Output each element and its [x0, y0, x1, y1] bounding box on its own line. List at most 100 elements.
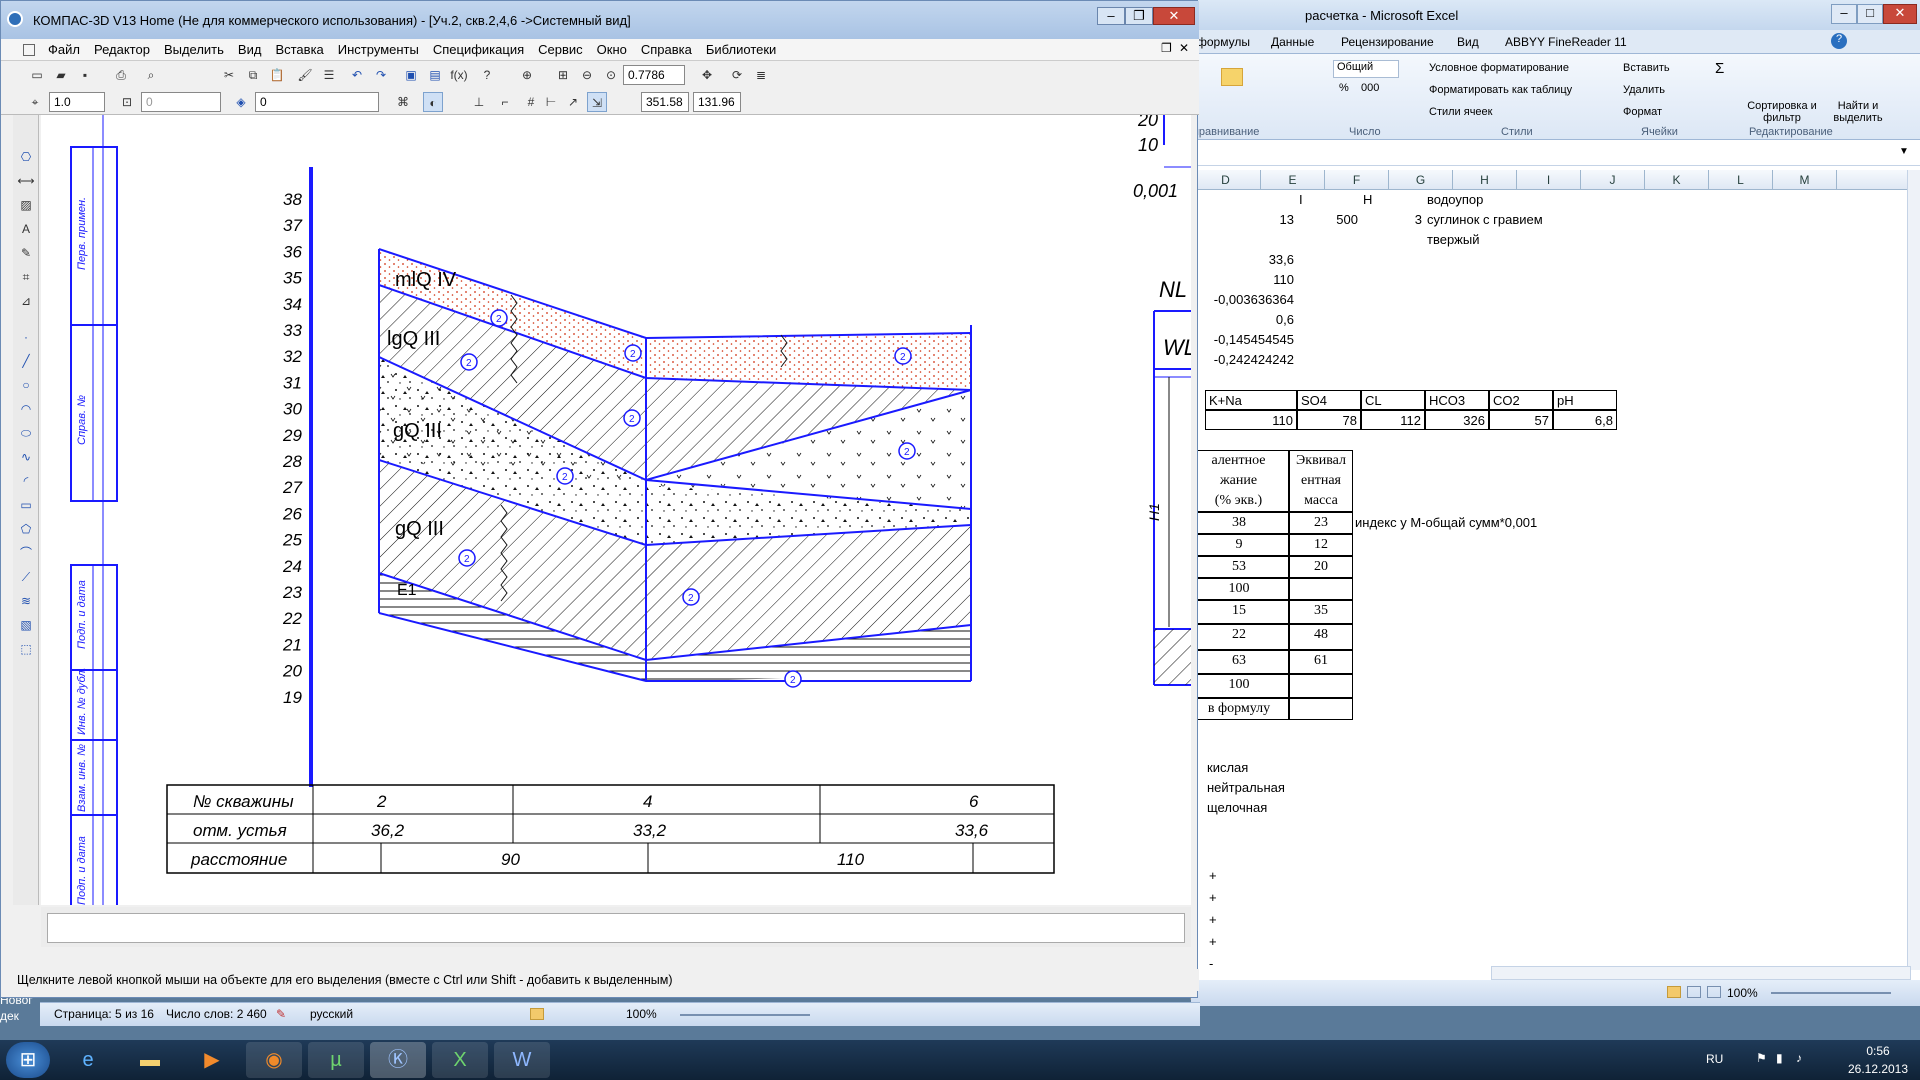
cursor-coords-icon[interactable]: ⇲ [587, 92, 607, 112]
cell[interactable]: 12 [1289, 534, 1353, 556]
local-cs-icon[interactable]: ⊥ [469, 92, 489, 112]
menu-tools[interactable]: Инструменты [331, 39, 426, 61]
cell[interactable]: 13 [1191, 210, 1297, 230]
layers-icon[interactable]: ≣ [751, 65, 771, 85]
cell[interactable] [1289, 698, 1353, 720]
col-header[interactable]: M [1773, 170, 1837, 190]
word-language[interactable]: русский [310, 1007, 353, 1021]
kompas-close-button[interactable]: ✕ [1153, 7, 1195, 25]
menu-insert[interactable]: Вставка [268, 39, 330, 61]
spreadsheet-grid[interactable]: D E F G H I J K L M I H водоупор 13 500 … [1191, 170, 1907, 970]
copy-icon[interactable]: ⧉ [243, 65, 263, 85]
tab-abbyy[interactable]: ABBYY FineReader 11 [1505, 35, 1627, 49]
cell[interactable]: 112 [1361, 410, 1425, 430]
clock-date[interactable]: 26.12.2013 [1842, 1062, 1914, 1076]
format-table-button[interactable]: Форматировать как таблицу [1429, 84, 1572, 96]
cell[interactable]: + [1209, 910, 1217, 930]
variables-icon[interactable]: f(x) [449, 65, 469, 85]
col-header[interactable]: L [1709, 170, 1773, 190]
page-break-icon[interactable] [1707, 986, 1721, 998]
spline-tool-icon[interactable]: ∿ [16, 447, 36, 467]
col-header[interactable]: K [1645, 170, 1709, 190]
cond-format-button[interactable]: Условное форматирование [1429, 62, 1569, 74]
cell[interactable]: 53 [1191, 556, 1289, 578]
text-tool-icon[interactable]: A [16, 219, 36, 239]
coord-x-input[interactable]: 351.58 [641, 92, 689, 112]
menu-libraries[interactable]: Библиотеки [699, 39, 783, 61]
cell[interactable]: в формулу [1191, 698, 1289, 720]
cell[interactable] [1289, 578, 1353, 600]
autosum-icon[interactable]: Σ [1715, 60, 1724, 77]
cell[interactable]: 0,6 [1191, 310, 1297, 330]
kompas-app-icon[interactable] [7, 11, 23, 27]
thousands-button[interactable]: 000 [1361, 82, 1379, 94]
param-tool-icon[interactable]: ⌗ [16, 267, 36, 287]
zoom-window-icon[interactable]: ⊞ [553, 65, 573, 85]
word-taskbar-icon[interactable]: W [494, 1042, 550, 1078]
cut-icon[interactable]: ✂ [219, 65, 239, 85]
sort-filter-button[interactable]: Сортировка и фильтр [1745, 100, 1819, 124]
ellipse-tool-icon[interactable]: ⬭ [16, 423, 36, 443]
cell[interactable]: CL [1361, 390, 1425, 410]
cell[interactable]: 61 [1289, 650, 1353, 674]
hatch-fill-icon[interactable]: ▧ [16, 615, 36, 635]
firefox-icon[interactable]: ◉ [246, 1042, 302, 1078]
library-icon[interactable]: ▤ [425, 65, 445, 85]
spellcheck-icon[interactable]: ✎ [276, 1007, 286, 1021]
insert-cells-button[interactable]: Вставить [1623, 62, 1670, 74]
doc-close-icon[interactable]: ✕ [1179, 41, 1189, 55]
zoom-input[interactable]: 0.7786 [623, 65, 685, 85]
tab-formulas[interactable]: формулы [1197, 35, 1250, 49]
start-button[interactable]: ⊞ [6, 1042, 50, 1078]
cell[interactable]: нейтральная [1207, 778, 1285, 798]
cell[interactable]: + [1209, 888, 1217, 908]
properties-icon[interactable]: ☰ [319, 65, 339, 85]
excel-maximize-button[interactable]: □ [1857, 4, 1883, 24]
round-icon[interactable]: # [521, 92, 541, 112]
rectangle-tool-icon[interactable]: ▭ [16, 495, 36, 515]
cell[interactable]: 3 [1361, 210, 1425, 230]
col-header[interactable]: H [1453, 170, 1517, 190]
tray-network-icon[interactable]: ▮ [1776, 1051, 1783, 1065]
word-page-count[interactable]: Страница: 5 из 16 [54, 1007, 154, 1021]
col-header[interactable]: G [1389, 170, 1453, 190]
cell[interactable]: + [1209, 866, 1217, 886]
help-pointer-icon[interactable]: ? [477, 65, 497, 85]
number-format-select[interactable]: Общий [1333, 60, 1399, 78]
kompas-minimize-button[interactable]: – [1097, 7, 1125, 25]
menu-specification[interactable]: Спецификация [426, 39, 531, 61]
word-word-count[interactable]: Число слов: 2 460 [166, 1007, 267, 1021]
cell[interactable]: 6,8 [1553, 410, 1617, 430]
undo-icon[interactable]: ↶ [347, 65, 367, 85]
zoom-out-icon[interactable]: ⊖ [577, 65, 597, 85]
utorrent-icon[interactable]: µ [308, 1042, 364, 1078]
cell[interactable] [1289, 674, 1353, 698]
language-indicator[interactable]: RU [1706, 1052, 1723, 1066]
pan-icon[interactable]: ✥ [697, 65, 717, 85]
grid-step-input[interactable]: 0 [141, 92, 221, 112]
cell[interactable]: 33,6 [1191, 250, 1297, 270]
ie-icon[interactable]: e [60, 1042, 116, 1078]
cell[interactable]: + [1209, 932, 1217, 952]
menu-file[interactable]: Файл [41, 39, 87, 61]
cursor-pos-icon[interactable]: ↗ [563, 92, 583, 112]
cell[interactable]: -0,242424242 [1191, 350, 1297, 370]
col-header[interactable]: D [1191, 170, 1261, 190]
col-header[interactable]: I [1517, 170, 1581, 190]
cell[interactable]: pH [1553, 390, 1617, 410]
menu-editor[interactable]: Редактор [87, 39, 157, 61]
doc-restore-icon[interactable]: ❐ [1161, 41, 1172, 55]
cell[interactable]: CO2 [1489, 390, 1553, 410]
media-player-icon[interactable]: ▶ [184, 1042, 240, 1078]
fillet-tool-icon[interactable]: ◜ [16, 471, 36, 491]
cell[interactable]: HCO3 [1425, 390, 1489, 410]
cell[interactable]: 500 [1297, 210, 1361, 230]
save-icon[interactable]: ▪ [75, 65, 95, 85]
arc-tool-icon[interactable]: ◠ [16, 399, 36, 419]
formula-bar[interactable]: ▼ [1191, 142, 1920, 166]
cell-styles-button[interactable]: Стили ячеек [1429, 106, 1492, 118]
cell[interactable]: 110 [1191, 270, 1297, 290]
cell[interactable]: твержый [1427, 230, 1479, 250]
cell[interactable]: 57 [1489, 410, 1553, 430]
tray-volume-icon[interactable]: ♪ [1796, 1051, 1802, 1065]
